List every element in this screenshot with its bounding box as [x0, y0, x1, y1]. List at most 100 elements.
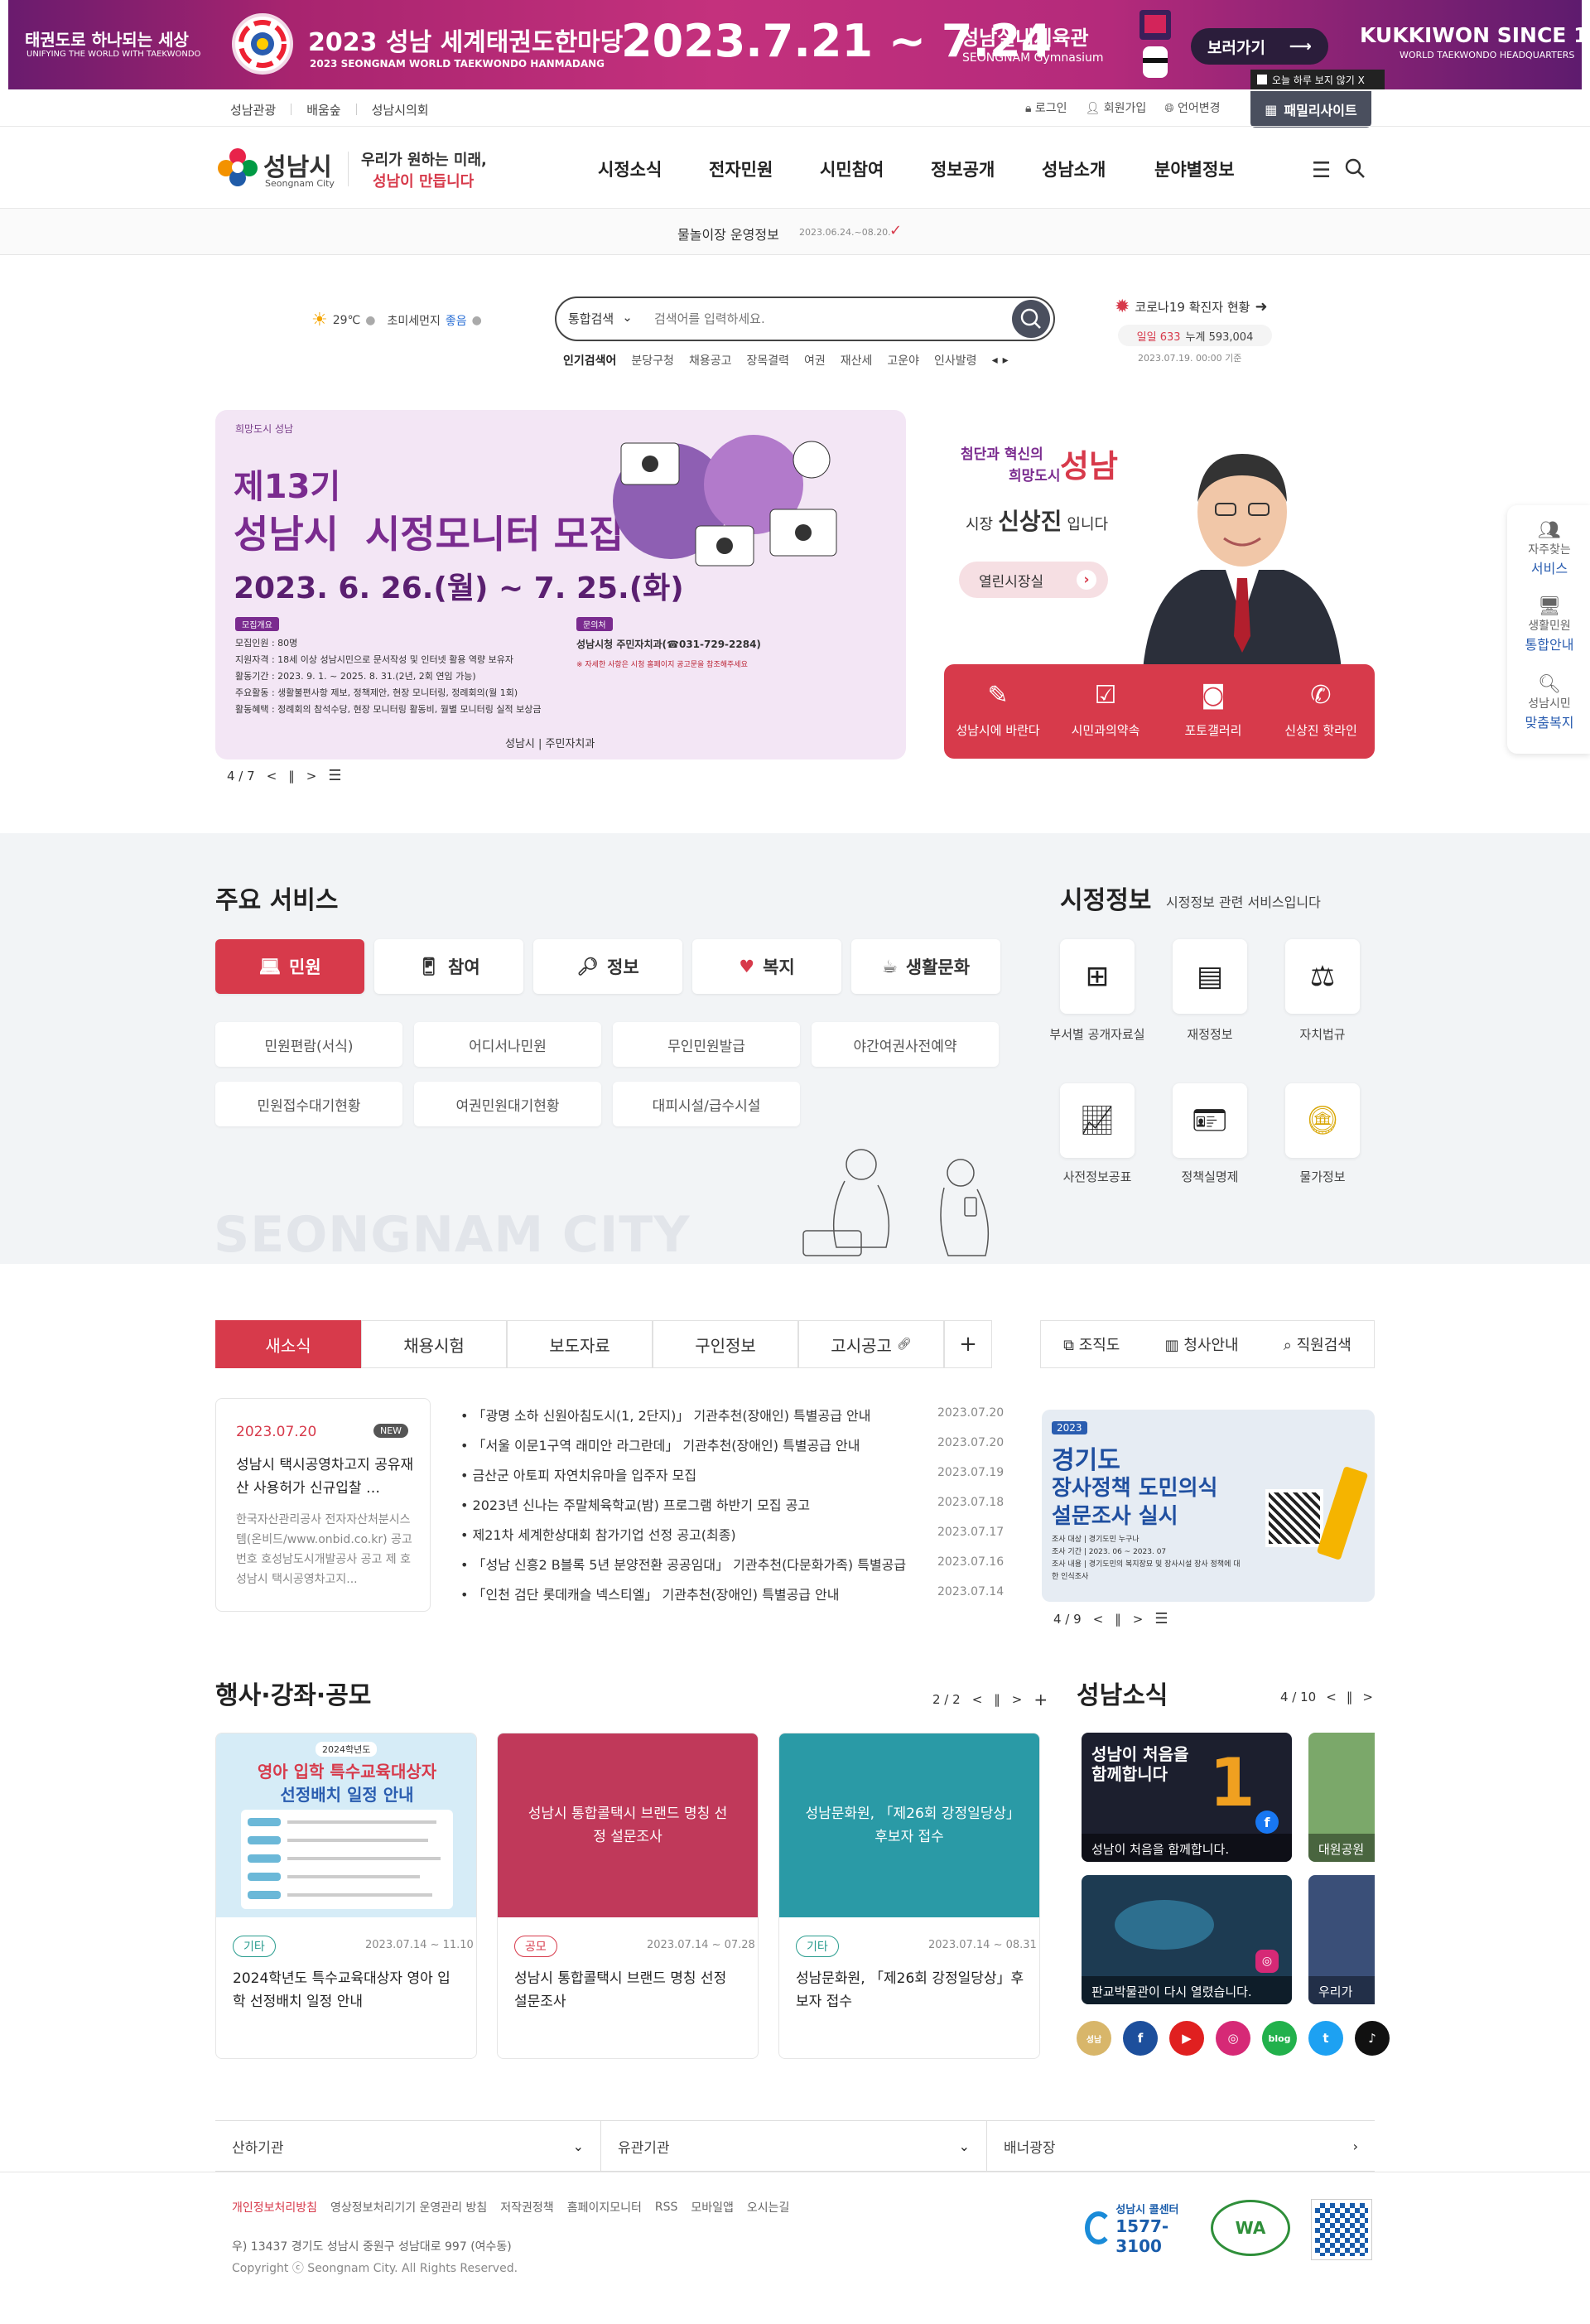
cityinfo-price[interactable]: 🪙︎ [1285, 1083, 1360, 1158]
service-tab-welfare[interactable]: ♥ 복지 [692, 939, 841, 994]
news-item[interactable]: • 「인천 검단 롯데캐슬 넥스티엘」 기관추천(장애인) 특별공급 안내 202… [460, 1584, 1004, 1613]
youtube-icon[interactable]: ▶ [1169, 2021, 1204, 2056]
cityinfo-finance[interactable]: ▤ [1173, 939, 1247, 1014]
gnb-about[interactable]: 성남소개 [1042, 157, 1106, 181]
keyword[interactable]: 고운야 [887, 352, 919, 369]
util-link-learn[interactable]: 배움숲 [292, 101, 355, 118]
pause-icon[interactable]: ‖ [1347, 1690, 1353, 1704]
footer-link[interactable]: RSS [655, 2201, 678, 2214]
news-item[interactable]: • 2023년 신나는 주말체육학교(밤) 프로그램 하반기 모집 공고 2023… [460, 1494, 1004, 1524]
cityinfo-policy[interactable]: 🪪︎ [1173, 1083, 1247, 1158]
open-mayor-office-button[interactable]: 열린시장실 › [959, 562, 1108, 598]
news-item[interactable]: • 「서울 이문1구역 래미안 라그란데」 기관추천(장애인) 특별공급 안내 2… [460, 1434, 1004, 1464]
news-tab[interactable]: 보도자료 [507, 1320, 653, 1368]
covid-widget[interactable]: ✹ 코로나19 확진자 현황 ➜ [1115, 297, 1268, 317]
side-civil[interactable]: 🖥︎ 생활민원 통합안내 [1514, 596, 1585, 653]
util-link-council[interactable]: 성남시의회 [357, 101, 444, 118]
keyword[interactable]: 여권 [804, 352, 826, 369]
gnb-disclosure[interactable]: 정보공개 [931, 157, 995, 181]
next-icon[interactable]: > [1362, 1690, 1373, 1704]
cityinfo-dept-data[interactable]: ⊞ [1060, 939, 1135, 1014]
footer-link[interactable]: 홈페이지모니터 [567, 2199, 642, 2216]
service-button[interactable]: 무인민원발급 [613, 1022, 800, 1067]
footer-link[interactable]: 모바일앱 [691, 2199, 734, 2216]
news-item[interactable]: • 금산군 아토피 자연치유마을 입주자 모집 2023.07.19 [460, 1464, 1004, 1494]
sns-card[interactable]: 성남이 처음을 함께합니다 1 f 성남이 처음을 함께합니다. [1082, 1733, 1292, 1862]
blog-icon[interactable]: blog [1262, 2021, 1297, 2056]
keyword[interactable]: 분당구청 [631, 352, 674, 369]
prev-icon[interactable]: < [267, 769, 277, 784]
service-tab-info[interactable]: 🔎︎ 정보 [533, 939, 682, 994]
promo-banner[interactable]: 2023 경기도 장사정책 도민의식 설문조사 실시 조사 대상 | 경기도민 … [1042, 1410, 1375, 1602]
news-item[interactable]: • 「광명 소하 신원아침도시(1, 2단지)」 기관추천(장애인) 특별공급 … [460, 1405, 1004, 1434]
keyword[interactable]: 장목결력 [746, 352, 789, 369]
pause-icon[interactable]: ‖ [1115, 1612, 1121, 1627]
menu-icon[interactable]: ☰ [1312, 158, 1331, 183]
keyword-prev-icon[interactable]: ◂ [992, 354, 998, 367]
footer-link[interactable]: 오시는길 [747, 2199, 790, 2216]
side-welfare[interactable]: 🔍︎ 성남시민 맞춤복지 [1514, 674, 1585, 731]
top-banner[interactable]: 태권도로 하나되는 세상 UNIFYING THE WORLD WITH TAE… [8, 0, 1590, 89]
prev-icon[interactable]: < [972, 1692, 983, 1707]
gnb-civil[interactable]: 전자민원 [709, 157, 773, 181]
tiktok-icon[interactable]: ♪ [1355, 2021, 1390, 2056]
keyword[interactable]: 재산세 [841, 352, 873, 369]
city-logo-icon[interactable] [215, 145, 260, 191]
list-icon[interactable]: ☰ [1154, 1610, 1168, 1627]
service-tab-participation[interactable]: 📱︎ 참여 [374, 939, 523, 994]
sns-card[interactable]: 대원공원 [1308, 1733, 1375, 1862]
building-link[interactable]: ▥ 청사안내 [1165, 1333, 1239, 1355]
news-tab-notice[interactable]: 고시공고 🔗︎ [798, 1320, 944, 1368]
seongnam-char-icon[interactable]: 성남 [1077, 2021, 1111, 2056]
quick-photo[interactable]: ◙ 포토갤러리 [1159, 681, 1267, 739]
next-icon[interactable]: > [1133, 1612, 1144, 1627]
weather-widget[interactable]: ☀ 29℃ ● 초미세먼지 좋음 ● [311, 310, 482, 330]
pause-icon[interactable]: ‖ [994, 1692, 1000, 1707]
keyword[interactable]: 채용공고 [689, 352, 732, 369]
checkbox-icon[interactable] [1257, 75, 1267, 84]
service-tab-civil[interactable]: 💻︎ 민원 [215, 939, 364, 994]
notice-text[interactable]: 물놀이장 운영정보 [677, 224, 779, 243]
keyword[interactable]: 인사발령 [934, 352, 977, 369]
sns-card[interactable]: ◎ 판교박물관이 다시 열렸습니다. [1082, 1875, 1292, 2004]
banner-view-button[interactable]: 보러가기 ⟶ [1191, 28, 1328, 65]
org-chart-link[interactable]: ⧉ 조직도 [1063, 1333, 1120, 1355]
hide-today-toggle[interactable]: 오늘 하루 보지 않기 X [1250, 70, 1385, 89]
util-link-tour[interactable]: 성남관광 [215, 101, 291, 118]
service-button[interactable]: 민원접수대기현황 [215, 1082, 402, 1126]
side-faq[interactable]: 👥︎ 자주찾는 서비스 [1514, 520, 1585, 577]
related-select[interactable]: 유관기관 ⌄ [601, 2121, 987, 2171]
list-icon[interactable]: ☰ [328, 767, 341, 784]
gnb-field[interactable]: 분야별정보 [1154, 157, 1235, 181]
prev-icon[interactable]: < [1326, 1690, 1337, 1704]
service-button[interactable]: 어디서나민원 [414, 1022, 601, 1067]
login-link[interactable]: 🔒︎ 로그인 [1025, 99, 1067, 116]
sns-card[interactable]: 우리가 [1308, 1875, 1375, 2004]
quick-request[interactable]: ✎ 성남시에 바란다 [944, 681, 1052, 739]
service-tab-culture[interactable]: ☕︎ 생활문화 [851, 939, 1000, 994]
main-visual-slide[interactable]: 희망도시 성남 제13기 성남시 시정모니터 모집 2023. 6. 26.(월… [215, 410, 906, 759]
cityinfo-law[interactable]: ⚖ [1285, 939, 1360, 1014]
event-card[interactable]: 성남문화원, 「제26회 강정일당상」후보자 접수 기타 2023.07.14 … [778, 1733, 1040, 2059]
prev-icon[interactable]: < [1093, 1612, 1104, 1627]
plus-icon[interactable]: + [1034, 1690, 1048, 1709]
staff-search-link[interactable]: ⌕ 직원검색 [1284, 1333, 1352, 1355]
quick-promise[interactable]: ☑ 시민과의약속 [1052, 681, 1159, 739]
family-site-button[interactable]: ▦ 패밀리사이트 [1250, 91, 1371, 128]
service-button[interactable]: 대피시설/급수시설 [613, 1082, 800, 1126]
pause-icon[interactable]: ‖ [288, 769, 295, 784]
news-item[interactable]: • 제21차 세계한상대회 참가기업 선정 공고(최종) 2023.07.17 [460, 1524, 1004, 1554]
next-icon[interactable]: > [1012, 1692, 1023, 1707]
search-category-select[interactable]: 통합검색 ⌄ [568, 310, 633, 327]
twitter-icon[interactable]: t [1308, 2021, 1343, 2056]
banner-square-link[interactable]: 배너광장 › [987, 2121, 1375, 2171]
cityinfo-prior[interactable]: 📈︎ [1060, 1083, 1135, 1158]
notice-bar[interactable]: 물놀이장 운영정보 2023.06.24.~08.20. ✓ [0, 209, 1590, 255]
gnb-news[interactable]: 시정소식 [598, 157, 662, 181]
featured-news-card[interactable]: 2023.07.20 NEW 성남시 택시공영차고지 공유재산 사용허가 신규입… [215, 1398, 431, 1612]
news-tab[interactable]: 새소식 [215, 1320, 361, 1368]
service-button[interactable]: 야간여권사전예약 [812, 1022, 999, 1067]
gnb-participation[interactable]: 시민참여 [820, 157, 884, 181]
language-link[interactable]: 🌐︎ 언어변경 [1164, 99, 1220, 116]
news-tab[interactable]: 구인정보 [653, 1320, 798, 1368]
